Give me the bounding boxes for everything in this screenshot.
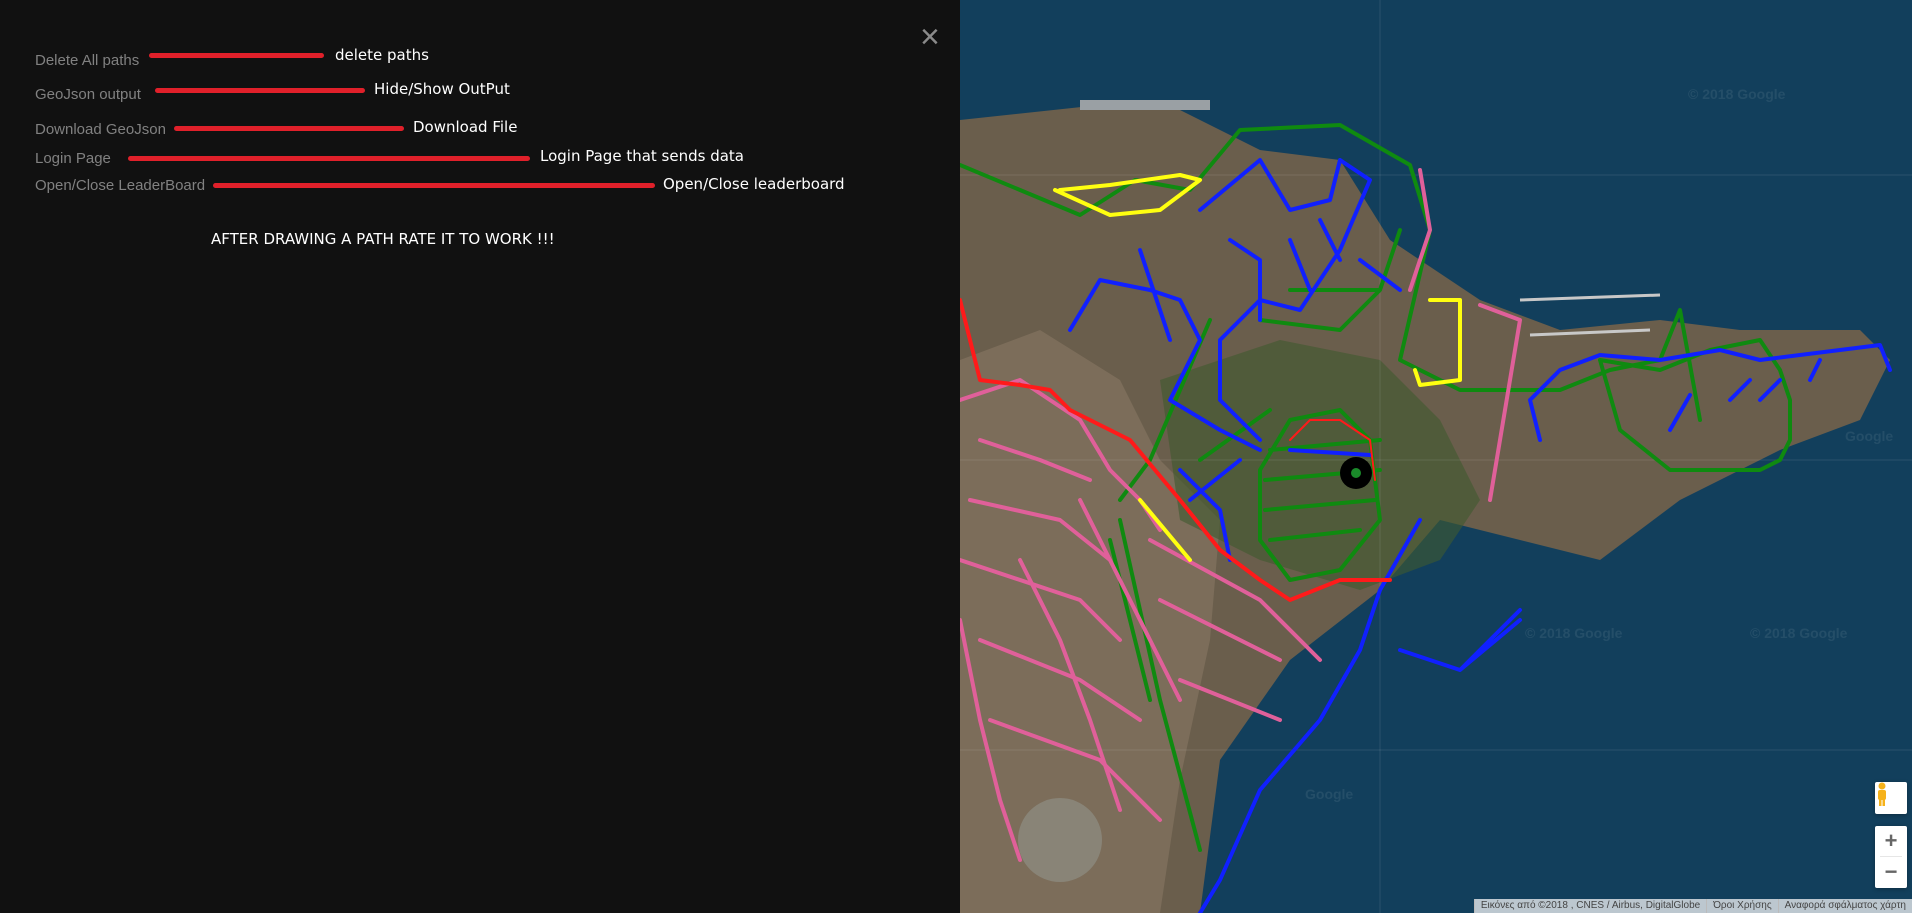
login-page-link[interactable]: Login Page <box>35 150 111 167</box>
download-geojson-link[interactable]: Download GeoJson <box>35 121 166 138</box>
satellite-map[interactable]: © 2018 Google © 2018 Google © 2018 Googl… <box>960 0 1912 913</box>
zoom-control: + − <box>1875 826 1907 888</box>
annotation-line <box>174 126 404 131</box>
map-attribution-bar: Εικόνες από ©2018 , CNES / Airbus, Digit… <box>1473 899 1912 913</box>
imagery-attribution: Εικόνες από ©2018 , CNES / Airbus, Digit… <box>1473 899 1707 913</box>
street-view-pegman-button[interactable] <box>1875 782 1907 814</box>
delete-all-paths-link[interactable]: Delete All paths <box>35 52 139 69</box>
annotation-text: Login Page that sends data <box>540 147 744 165</box>
annotation-text: delete paths <box>335 46 429 64</box>
map-canvas[interactable] <box>960 0 1912 913</box>
zoom-out-button[interactable]: − <box>1875 857 1907 887</box>
google-watermark: Google <box>1305 786 1354 802</box>
pier <box>1080 100 1210 110</box>
stadium <box>1018 798 1102 882</box>
side-navigation-panel: × Delete All paths GeoJson output Downlo… <box>0 0 960 913</box>
leaderboard-toggle-link[interactable]: Open/Close LeaderBoard <box>35 177 205 194</box>
location-marker-center <box>1351 468 1361 478</box>
annotation-line <box>128 156 530 161</box>
google-watermark: © 2018 Google <box>1688 86 1786 102</box>
annotation-text: Download File <box>413 118 518 136</box>
annotation-line <box>155 88 365 93</box>
annotation-text: Hide/Show OutPut <box>374 80 510 98</box>
drawing-instruction-notice: AFTER DRAWING A PATH RATE IT TO WORK !!! <box>211 230 555 248</box>
terms-of-use-link[interactable]: Όροι Χρήσης <box>1706 899 1778 913</box>
report-map-error-link[interactable]: Αναφορά σφάλματος χάρτη <box>1777 899 1912 913</box>
google-watermark: Google <box>1845 428 1894 444</box>
pegman-icon <box>1878 782 1886 806</box>
annotation-text: Open/Close leaderboard <box>663 175 845 193</box>
google-watermark: © 2018 Google <box>1750 625 1848 641</box>
close-icon[interactable]: × <box>920 20 940 54</box>
annotation-line <box>149 53 324 58</box>
geojson-output-link[interactable]: GeoJson output <box>35 86 141 103</box>
google-watermark: © 2018 Google <box>1525 625 1623 641</box>
annotation-line <box>213 183 655 188</box>
zoom-in-button[interactable]: + <box>1875 826 1907 856</box>
